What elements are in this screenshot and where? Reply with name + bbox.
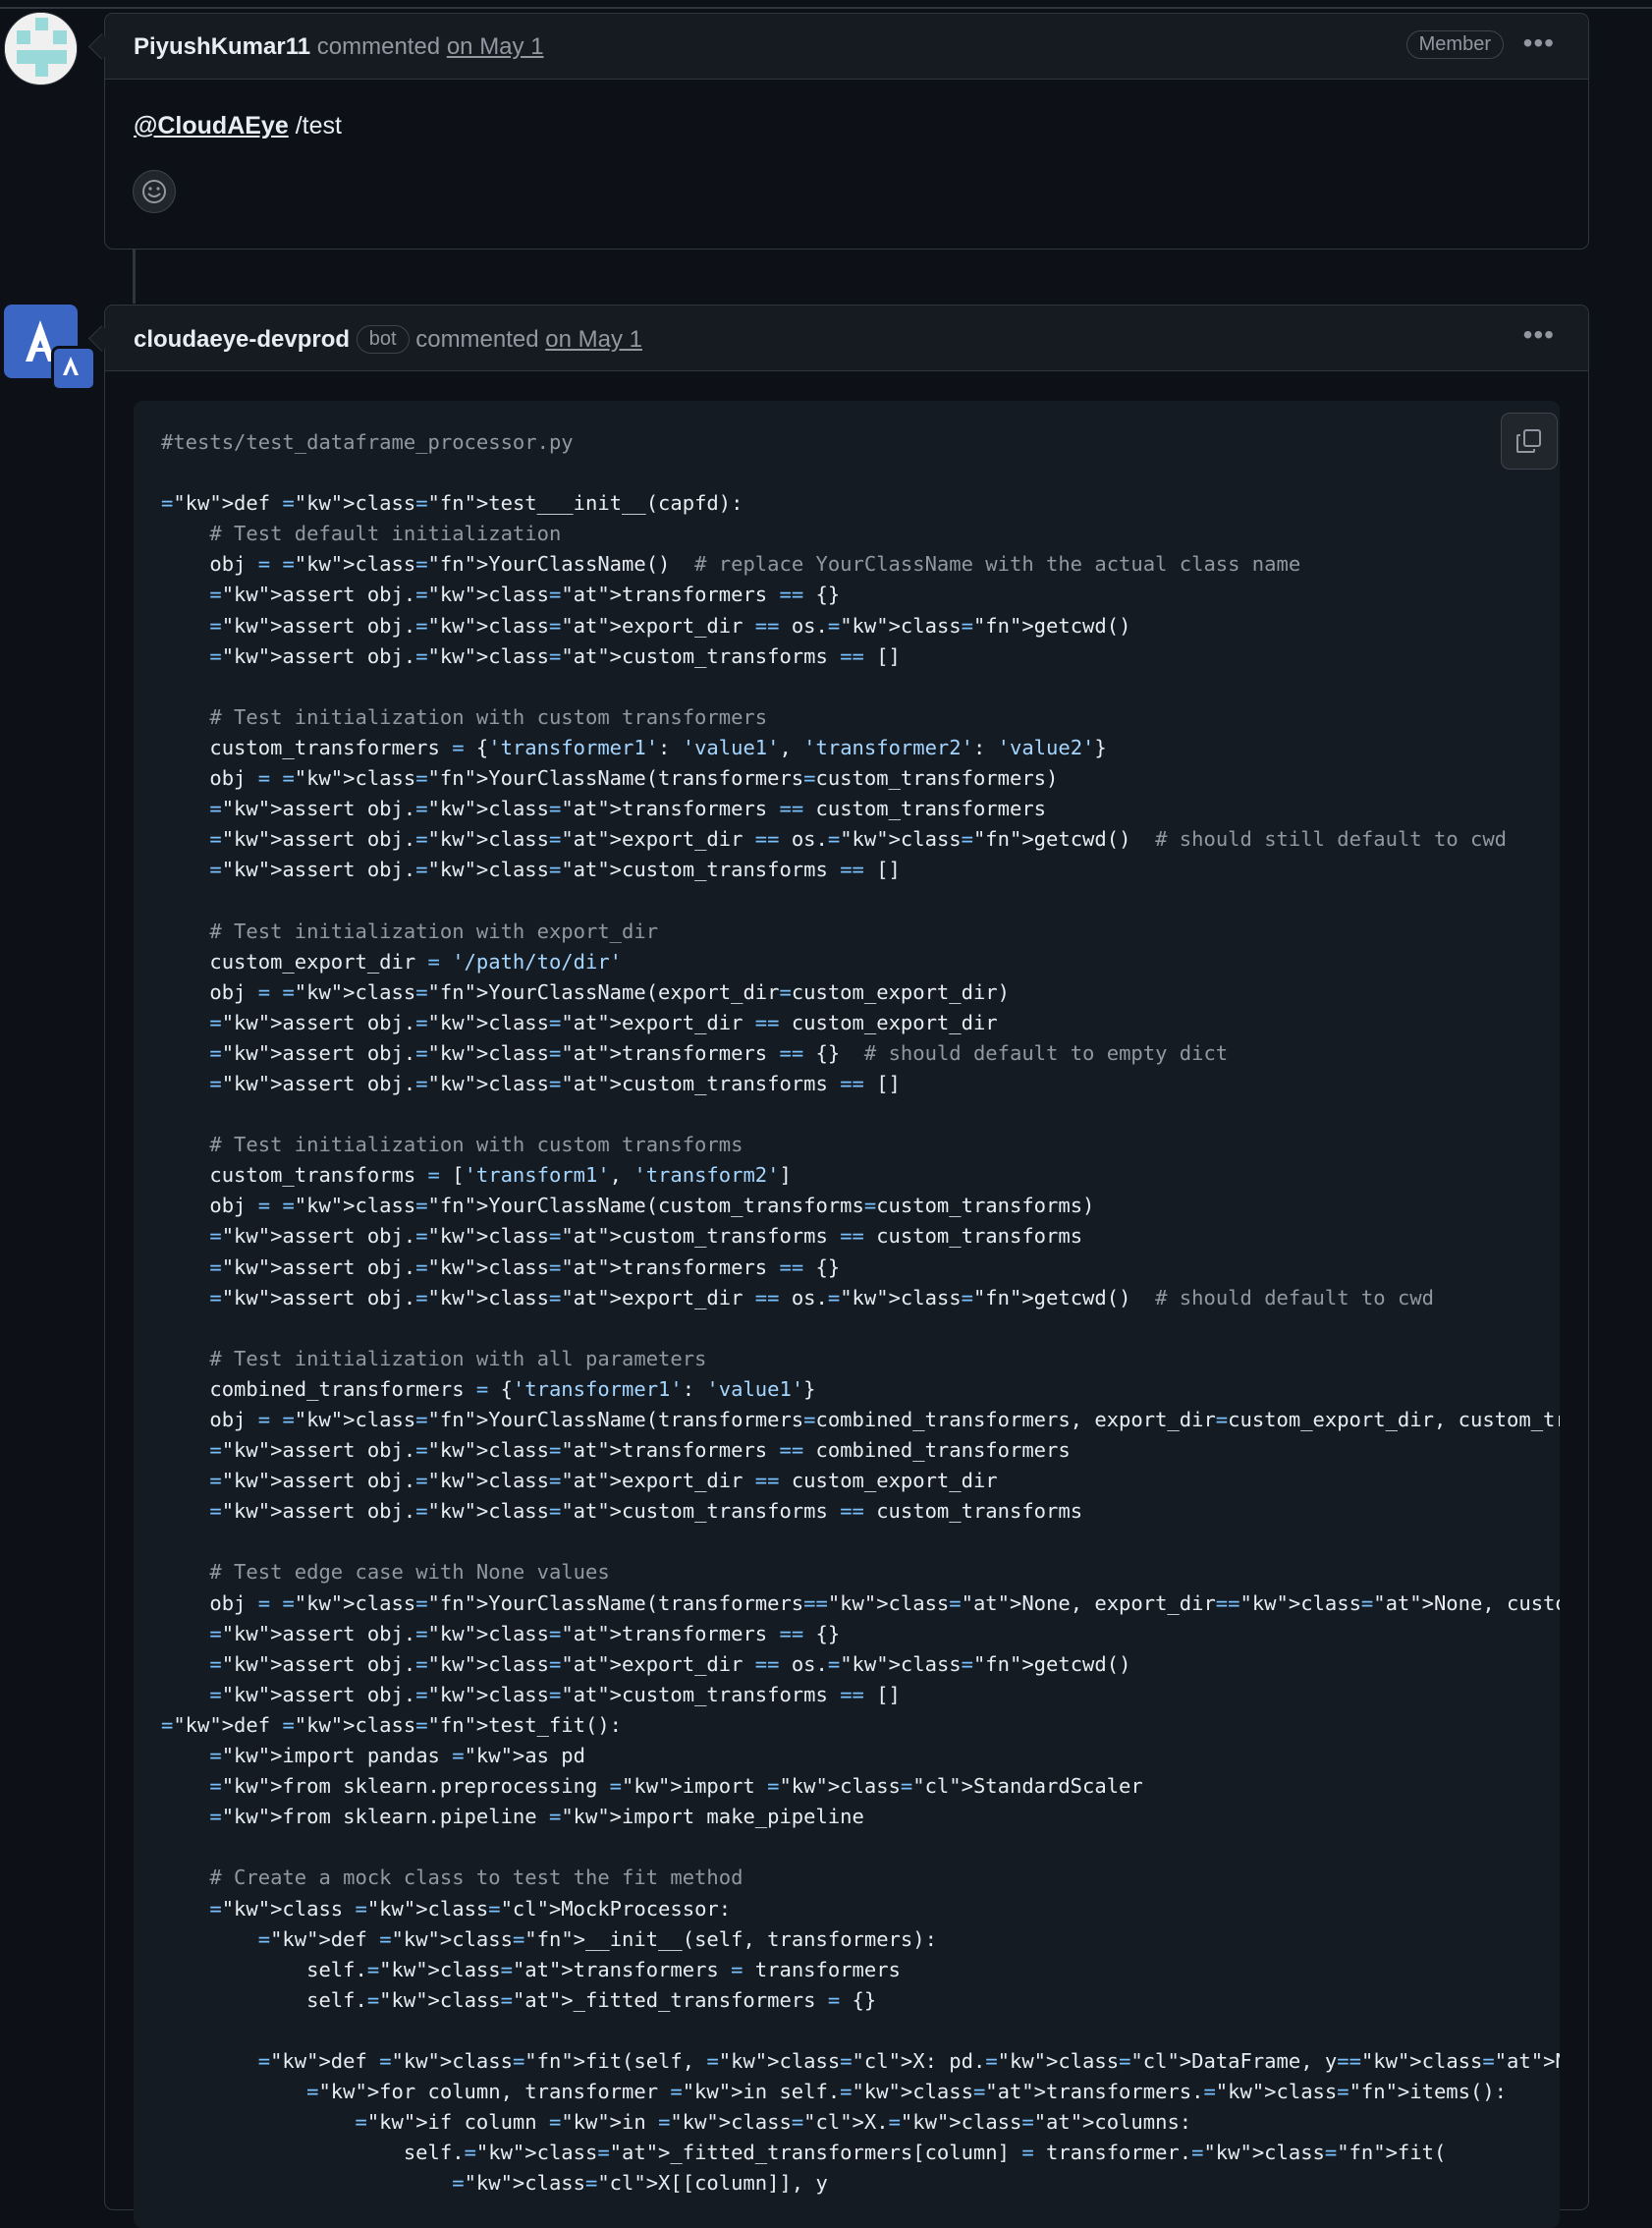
copy-button[interactable] — [1501, 413, 1558, 470]
comment-caret — [88, 33, 115, 60]
code-line: ="kw">class ="kw">class="cl">MockProcess… — [209, 1896, 732, 1921]
timeline-connector — [133, 249, 136, 304]
code-line: # Test edge case with None values — [209, 1560, 610, 1585]
code-line: self.="kw">class="at">transformers = tra… — [161, 1957, 901, 1981]
app-badge — [51, 346, 96, 391]
code-line: custom_export_dir = '/path/to/dir' — [161, 949, 623, 974]
code-line: ="kw">assert obj.="kw">class="at">export… — [209, 613, 1131, 638]
code-line: ="kw">if column ="kw">in ="kw">class="cl… — [355, 2110, 1192, 2135]
code-line: ="kw">assert obj.="kw">class="at">custom… — [209, 1071, 901, 1095]
comment-body: @CloudAEye /test — [134, 112, 342, 140]
code-line: ="kw">class="cl">X[[column]], y — [452, 2171, 828, 2196]
code-line: ="kw">assert obj.="kw">class="at">transf… — [209, 1438, 1071, 1463]
code-line: ​ — [161, 1099, 1560, 1130]
code-line: ="kw">assert obj.="kw">class="at">custom… — [209, 858, 901, 882]
comment-cloudaeye: cloudaeye-devprod bot commented on May 1… — [88, 305, 1589, 2228]
code-line: ="kw">assert obj.="kw">class="at">transf… — [209, 797, 1047, 821]
code-line: obj = ="kw">class="fn">YourClassName(tra… — [161, 1590, 1560, 1615]
comment-text: /test — [295, 112, 342, 139]
code-line: ="kw">assert obj.="kw">class="at">custom… — [209, 1682, 901, 1706]
mention-link[interactable]: @CloudAEye — [134, 112, 289, 139]
code-line: ​ — [161, 1313, 1560, 1344]
cloudaeye-badge-icon — [63, 357, 79, 375]
kebab-horizontal-icon[interactable]: ••• — [1523, 319, 1555, 351]
code-line: ="kw">assert obj.="kw">class="at">transf… — [209, 1254, 841, 1279]
comment-piyush: PiyushKumar11 commented on May 1 Member … — [88, 13, 1589, 250]
code-line: self.="kw">class="at">_fitted_transforme… — [161, 2141, 1447, 2165]
code-line: # Test default initialization — [209, 522, 562, 546]
code-line: ="kw">def ="kw">class="fn">test___init__… — [161, 491, 743, 516]
comment-action: commented — [316, 33, 441, 60]
code-line: ="kw">import pandas ="kw">as pd — [209, 1744, 585, 1768]
code-line: ="kw">assert obj.="kw">class="at">custom… — [209, 643, 901, 668]
code-line: obj = ="kw">class="fn">YourClassName(cus… — [161, 1194, 1095, 1218]
code-line: # Test initialization with export_dir — [209, 919, 659, 943]
code-line: custom_transformers = {'transformer1': '… — [161, 735, 1107, 759]
user-avatar[interactable] — [4, 12, 78, 85]
author-link[interactable]: PiyushKumar11 — [134, 33, 310, 60]
code-line: ="kw">for column, transformer ="kw">in s… — [306, 2080, 1508, 2104]
comment-action: commented — [415, 326, 539, 353]
code-line: ="kw">def ="kw">class="fn">__init__(self… — [257, 1926, 937, 1951]
code-line: ​ — [161, 458, 1560, 488]
smiley-icon — [142, 180, 166, 203]
code-line: ="kw">assert obj.="kw">class="at">export… — [209, 1469, 998, 1493]
code-line: ="kw">assert obj.="kw">class="at">export… — [209, 1010, 998, 1034]
comment-date-link[interactable]: on May 1 — [447, 33, 544, 60]
comment-meta: cloudaeye-devprod bot commented on May 1 — [134, 325, 642, 354]
kebab-horizontal-icon[interactable]: ••• — [1523, 28, 1555, 59]
code-line: ​ — [161, 2016, 1560, 2046]
member-badge: Member — [1405, 30, 1504, 59]
code-line: ="kw">assert obj.="kw">class="at">transf… — [209, 583, 841, 607]
code-line: # Test initialization with all parameter… — [209, 1346, 707, 1370]
code-block: #tests/test_dataframe_processor.py​="kw"… — [134, 401, 1560, 2228]
comment-header: PiyushKumar11 commented on May 1 Member … — [88, 14, 1588, 80]
comment-header: cloudaeye-devprod bot commented on May 1… — [88, 306, 1588, 371]
code-line: self.="kw">class="at">_fitted_transforme… — [161, 1987, 877, 2012]
code-line: # Test initialization with custom transf… — [209, 1133, 743, 1157]
top-divider — [0, 7, 1652, 9]
code-line: # Test initialization with custom transf… — [209, 704, 768, 729]
code-line: obj = ="kw">class="fn">YourClassName(tra… — [161, 766, 1059, 791]
code-line: ​ — [161, 1527, 1560, 1557]
code-line: ​ — [161, 885, 1560, 916]
comment-meta: PiyushKumar11 commented on May 1 — [134, 33, 544, 61]
code-line: ="kw">assert obj.="kw">class="at">export… — [209, 1285, 1434, 1309]
code-line: obj = ="kw">class="fn">YourClassName() #… — [161, 552, 1301, 577]
code-line: ="kw">def ="kw">class="fn">fit(self, ="k… — [257, 2048, 1560, 2073]
code-line: obj = ="kw">class="fn">YourClassName(tra… — [161, 1408, 1560, 1431]
code-line: ​ — [161, 672, 1560, 702]
bot-avatar[interactable] — [4, 305, 96, 391]
code-line: ="kw">assert obj.="kw">class="at">custom… — [209, 1499, 1083, 1524]
add-reaction-button[interactable] — [133, 170, 176, 213]
code-line: custom_transforms = ['transform1', 'tran… — [161, 1163, 792, 1188]
code-line: ="kw">assert obj.="kw">class="at">export… — [209, 1651, 1131, 1676]
code-line: ="kw">assert obj.="kw">class="at">transf… — [209, 1621, 841, 1645]
code-line: ="kw">assert obj.="kw">class="at">transf… — [209, 1040, 1229, 1065]
code-line: ="kw">from sklearn.preprocessing ="kw">i… — [209, 1774, 1143, 1799]
identicon-icon — [5, 13, 77, 84]
code-line: obj = ="kw">class="fn">YourClassName(exp… — [161, 979, 1010, 1004]
author-link[interactable]: cloudaeye-devprod — [134, 326, 350, 353]
code-line: # Create a mock class to test the fit me… — [209, 1866, 743, 1890]
bot-badge: bot — [356, 325, 410, 354]
code-line: ="kw">assert obj.="kw">class="at">export… — [209, 827, 1508, 852]
code-line: ="kw">def ="kw">class="fn">test_fit(): — [161, 1712, 623, 1737]
code-line: ​ — [161, 1832, 1560, 1863]
code-content: #tests/test_dataframe_processor.py​="kw"… — [161, 427, 1560, 2199]
code-line: #tests/test_dataframe_processor.py — [161, 430, 574, 454]
copy-icon — [1516, 429, 1541, 453]
code-line: combined_transformers = {'transformer1':… — [161, 1376, 816, 1401]
code-line: ="kw">from sklearn.pipeline ="kw">import… — [209, 1805, 864, 1829]
comment-date-link[interactable]: on May 1 — [545, 326, 642, 353]
code-line: ="kw">assert obj.="kw">class="at">custom… — [209, 1224, 1083, 1249]
